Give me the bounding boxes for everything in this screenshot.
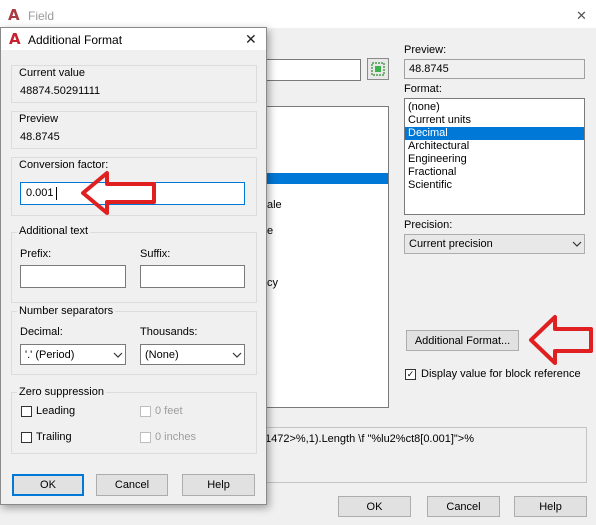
- zero-feet-label: 0 feet: [155, 405, 183, 417]
- list-fragment: cy: [267, 277, 278, 289]
- zero-suppression-group: [11, 392, 257, 454]
- field-expression-box: 1472>%,1).Length \f "%lu2%ct8[0.001]">%: [262, 427, 587, 483]
- ok-button[interactable]: OK: [12, 474, 84, 496]
- format-option[interactable]: Architectural: [405, 140, 584, 153]
- preview-value: 48.8745: [20, 131, 60, 143]
- list-fragment: e: [267, 225, 274, 237]
- decimal-separator-select[interactable]: '.' (Period): [20, 344, 126, 365]
- leading-label: Leading: [36, 405, 76, 417]
- decimal-separator-value: '.' (Period): [25, 348, 75, 361]
- format-option[interactable]: (none): [405, 101, 584, 114]
- display-block-ref-checkbox[interactable]: ✓: [405, 369, 416, 380]
- zero-inches-label: 0 inches: [155, 431, 196, 443]
- field-preview-label: Preview:: [404, 44, 447, 56]
- red-arrow-icon: [529, 315, 593, 365]
- format-option[interactable]: Decimal: [405, 127, 584, 140]
- format-option[interactable]: Engineering: [405, 153, 584, 166]
- field-expression-text: 1472>%,1).Length \f "%lu2%ct8[0.001]">%: [265, 433, 475, 445]
- field-ok-button[interactable]: OK: [338, 496, 411, 517]
- current-value: 48874.50291111: [20, 85, 101, 97]
- text-cursor: [56, 187, 57, 200]
- field-dialog-title: Field: [28, 9, 55, 23]
- field-names-list-selection: [263, 173, 388, 184]
- prefix-input[interactable]: [20, 265, 126, 288]
- autocad-logo-icon: A: [8, 6, 20, 24]
- additional-format-button[interactable]: Additional Format...: [406, 330, 519, 351]
- suffix-label: Suffix:: [140, 248, 171, 260]
- format-option[interactable]: Current units: [405, 114, 584, 127]
- format-list[interactable]: (none) Current units Decimal Architectural E…: [404, 98, 585, 215]
- trailing-checkbox[interactable]: [21, 432, 32, 443]
- decimal-label: Decimal:: [20, 326, 63, 338]
- zero-feet-checkbox: [140, 406, 151, 417]
- field-names-list[interactable]: [262, 106, 389, 408]
- format-option[interactable]: Fractional: [405, 166, 584, 179]
- field-close-icon[interactable]: ✕: [576, 8, 587, 24]
- autocad-logo-icon: A: [9, 30, 21, 48]
- field-help-button[interactable]: Help: [514, 496, 587, 517]
- additional-format-dialog: A Additional Format ✕ Current value 4887…: [0, 27, 267, 505]
- suffix-input[interactable]: [140, 265, 245, 288]
- field-title-bar: [0, 0, 596, 28]
- prefix-label: Prefix:: [20, 248, 52, 260]
- additional-text-label: Additional text: [17, 225, 91, 237]
- conversion-factor-value: 0.001: [26, 187, 54, 199]
- precision-select[interactable]: Current precision: [404, 234, 585, 254]
- preview-label: Preview: [19, 113, 59, 125]
- chevron-down-icon: [572, 241, 582, 247]
- precision-label: Precision:: [404, 219, 453, 231]
- chevron-down-icon: [232, 352, 242, 358]
- display-block-ref-label: Display value for block reference: [421, 368, 581, 380]
- thousands-separator-select[interactable]: (None): [140, 344, 245, 365]
- current-value-label: Current value: [19, 67, 86, 79]
- number-separators-label: Number separators: [17, 305, 116, 317]
- field-preview-value-box: 48.8745: [404, 59, 585, 79]
- thousands-separator-value: (None): [145, 348, 179, 361]
- leading-checkbox[interactable]: [21, 406, 32, 417]
- field-cancel-button[interactable]: Cancel: [427, 496, 500, 517]
- pick-object-icon[interactable]: [367, 58, 389, 80]
- thousands-label: Thousands:: [140, 326, 198, 338]
- checkmark-icon: ✓: [406, 369, 415, 379]
- number-separators-group: [11, 311, 257, 375]
- format-option[interactable]: Scientific: [405, 179, 584, 192]
- list-fragment: ale: [267, 199, 282, 211]
- precision-value: Current precision: [409, 238, 493, 250]
- field-preview-value: 48.8745: [409, 63, 449, 75]
- red-arrow-icon: [81, 171, 156, 215]
- trailing-label: Trailing: [36, 431, 72, 443]
- cancel-button[interactable]: Cancel: [96, 474, 168, 496]
- additional-format-close-icon[interactable]: ✕: [245, 31, 257, 48]
- zero-suppression-label: Zero suppression: [17, 386, 106, 398]
- additional-format-title: Additional Format: [28, 33, 123, 47]
- format-label: Format:: [404, 83, 442, 95]
- zero-inches-checkbox: [140, 432, 151, 443]
- field-name-input[interactable]: [262, 59, 361, 81]
- chevron-down-icon: [113, 352, 123, 358]
- help-button[interactable]: Help: [182, 474, 255, 496]
